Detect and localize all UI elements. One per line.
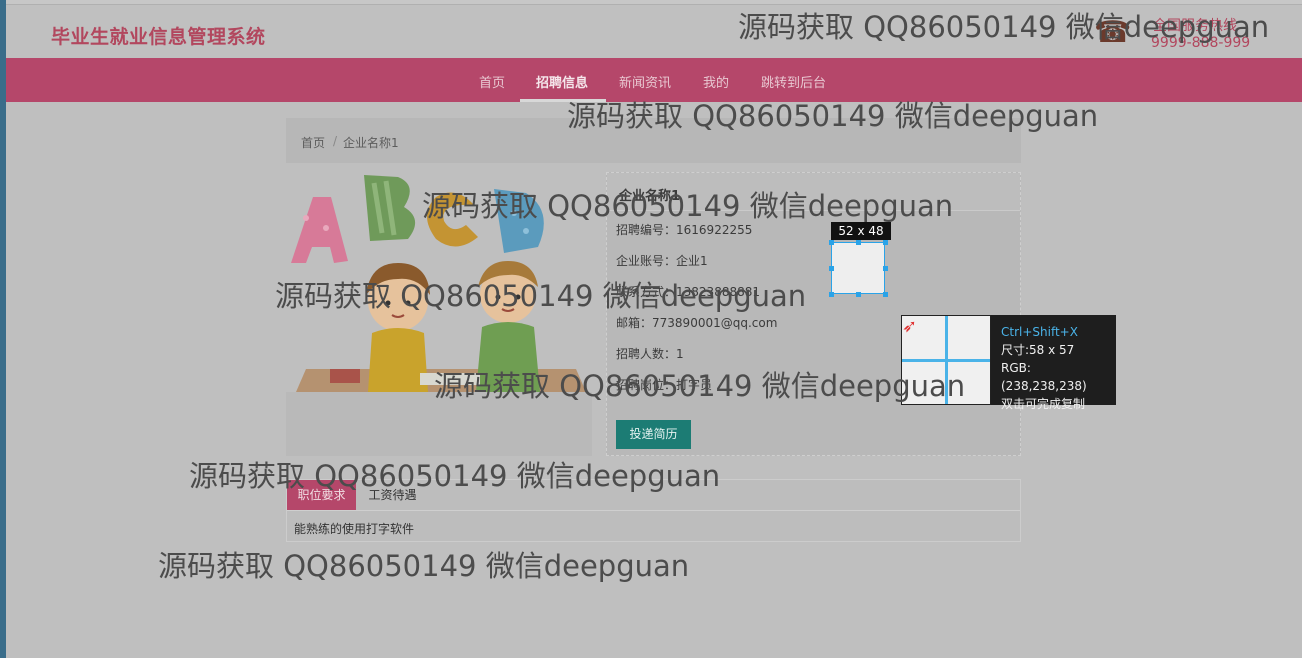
resize-handle[interactable] xyxy=(829,292,834,297)
nav-home[interactable]: 首页 xyxy=(479,72,505,91)
cursor-icon: ➶ xyxy=(902,316,918,337)
watermark-text: 源码获取 QQ86050149 微信deepguan xyxy=(434,369,966,403)
nav-mine[interactable]: 我的 xyxy=(703,72,729,91)
detail-row: 招聘人数：1 xyxy=(616,345,684,362)
resize-handle[interactable] xyxy=(856,292,861,297)
resize-handle[interactable] xyxy=(829,266,834,271)
site-title[interactable]: 毕业生就业信息管理系统 xyxy=(51,22,266,49)
resize-handle[interactable] xyxy=(856,240,861,245)
detail-row: 企业账号：企业1 xyxy=(616,252,708,269)
resize-handle[interactable] xyxy=(829,240,834,245)
detail-value: 1616922255 xyxy=(676,223,753,237)
capture-info-tooltip: Ctrl+Shift+X 尺寸:58 x 57 RGB:(238,238,238… xyxy=(991,315,1116,411)
selection-box[interactable] xyxy=(829,240,888,297)
detail-row: 邮箱：773890001@qq.com xyxy=(616,314,777,331)
resize-handle[interactable] xyxy=(883,240,888,245)
size-text: 尺寸:58 x 57 xyxy=(1001,343,1075,357)
apply-resume-button[interactable]: 投递简历 xyxy=(616,420,691,449)
breadcrumb-separator: / xyxy=(333,134,338,148)
detail-value: 1 xyxy=(676,347,684,361)
resize-handle[interactable] xyxy=(883,266,888,271)
shortcut-text: Ctrl+Shift+X xyxy=(1001,325,1078,339)
detail-value: 企业1 xyxy=(676,254,708,268)
detail-label: 邮箱： xyxy=(616,316,653,330)
watermark-text: 源码获取 QQ86050149 微信deepguan xyxy=(275,279,807,313)
nav-backend[interactable]: 跳转到后台 xyxy=(761,72,826,91)
watermark-text: 源码获取 QQ86050149 微信deepguan xyxy=(189,459,721,493)
nav-jobs[interactable]: 招聘信息 xyxy=(536,72,588,91)
tab-content: 能熟练的使用打字软件 xyxy=(294,522,415,536)
watermark-text: 源码获取 QQ86050149 微信deepguan xyxy=(567,99,1099,133)
rgb-text: RGB:(238,238,238) xyxy=(1001,361,1087,393)
tab-divider xyxy=(287,510,1020,511)
resize-handle[interactable] xyxy=(883,292,888,297)
detail-label: 企业账号： xyxy=(616,254,677,268)
watermark-text: 源码获取 QQ86050149 微信deepguan xyxy=(422,189,954,223)
nav-news[interactable]: 新闻资讯 xyxy=(619,72,671,91)
detail-value: 773890001@qq.com xyxy=(652,316,778,330)
hint-text: 双击可完成复制 xyxy=(1001,397,1086,411)
detail-label: 招聘编号： xyxy=(616,223,677,237)
detail-label: 招聘人数： xyxy=(616,347,677,361)
breadcrumb-current: 企业名称1 xyxy=(343,136,399,150)
watermark-text: 源码获取 QQ86050149 微信deepguan xyxy=(738,10,1270,44)
breadcrumb-home[interactable]: 首页 xyxy=(301,134,325,151)
watermark-text: 源码获取 QQ86050149 微信deepguan xyxy=(158,549,690,583)
